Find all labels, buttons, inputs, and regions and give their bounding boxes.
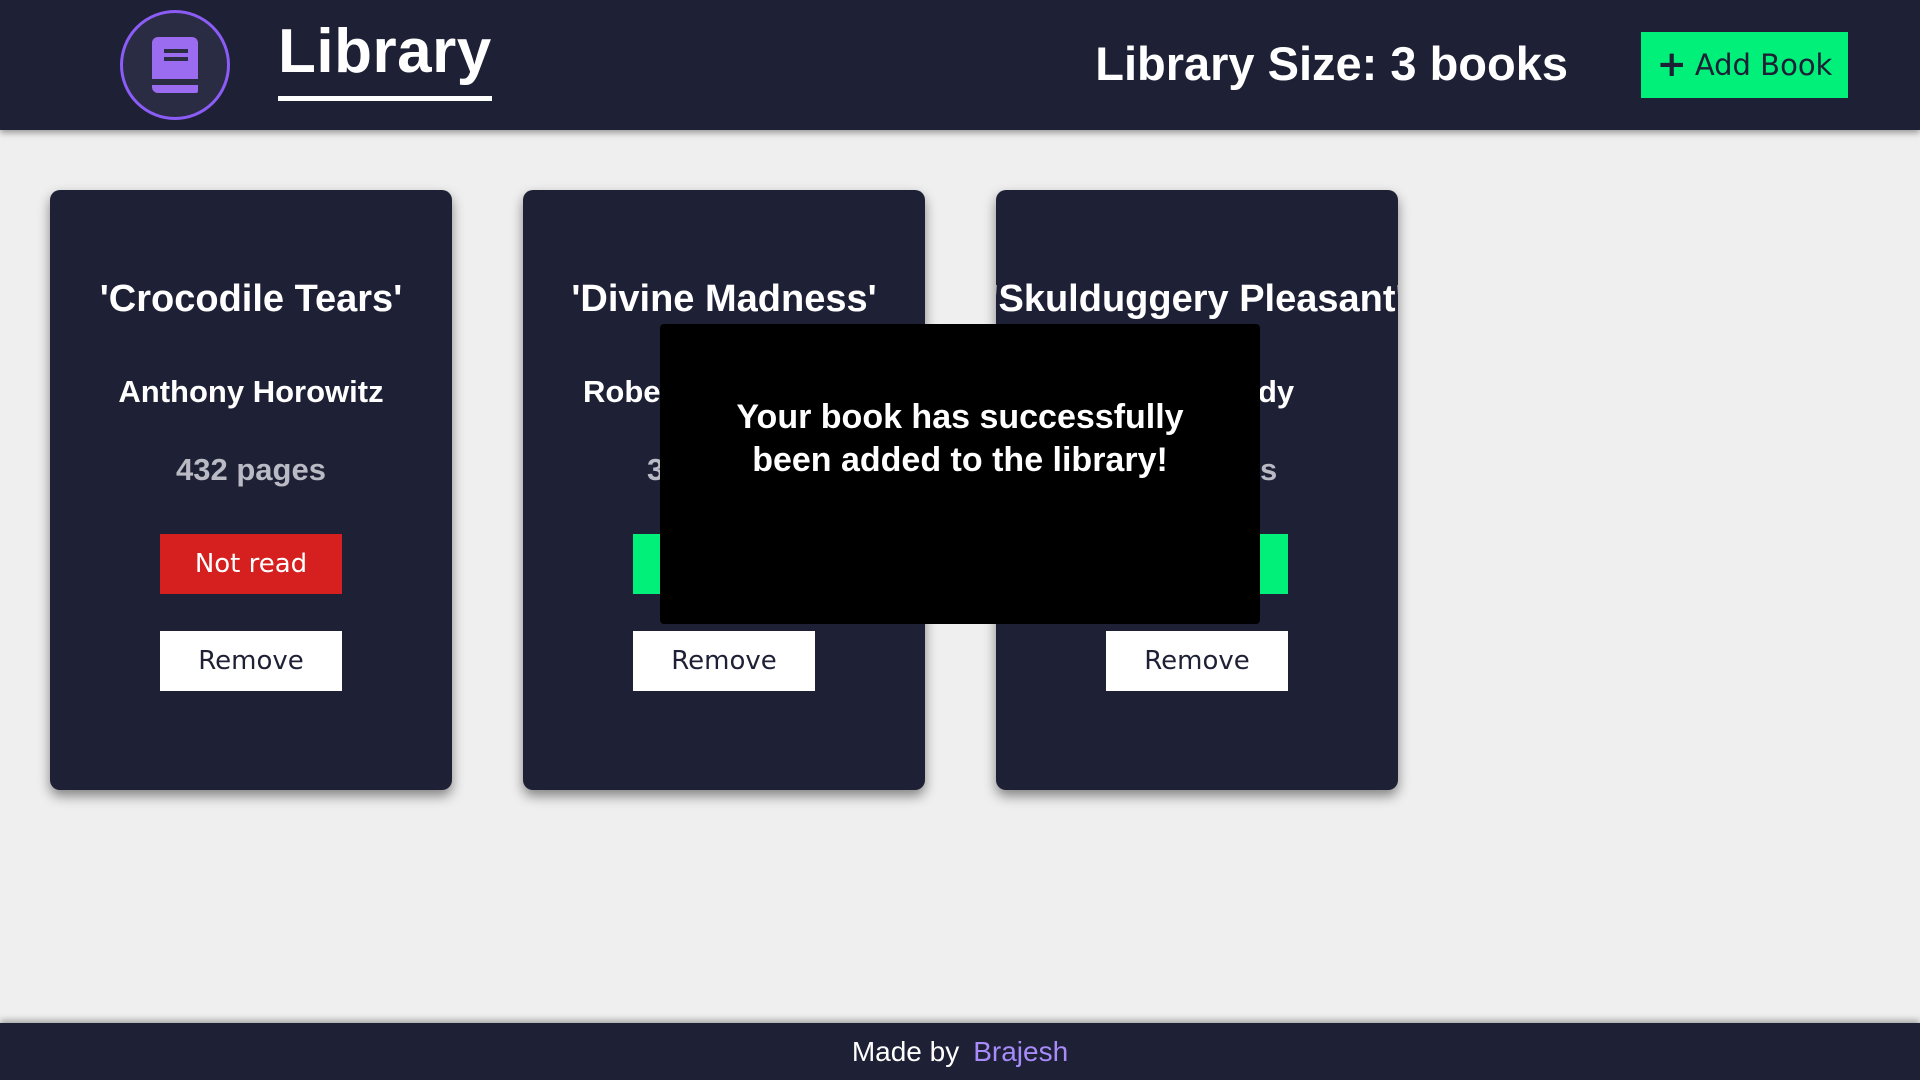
remove-button[interactable]: Remove (160, 631, 342, 691)
page-title: Library (278, 18, 492, 101)
add-book-button[interactable]: + Add Book (1641, 32, 1848, 98)
success-toast: Your book has successfully been added to… (660, 324, 1260, 624)
logo (120, 10, 230, 120)
page-footer: Made by Brajesh (0, 1023, 1920, 1080)
book-author: Anthony Horowitz (118, 374, 384, 409)
book-icon (152, 37, 198, 93)
book-title: 'Divine Madness' (571, 278, 877, 320)
author-link[interactable]: Brajesh (973, 1036, 1068, 1068)
footer-made-by: Made by (851, 1035, 960, 1067)
remove-button[interactable]: Remove (633, 631, 815, 691)
add-book-label: Add Book (1694, 48, 1833, 82)
plus-icon: + (1656, 44, 1687, 85)
app-header: Library Library Size: 3 books + Add Book (0, 0, 1920, 130)
book-title: 'Skulduggery Pleasant' (996, 278, 1398, 320)
library-size-counter: Library Size: 3 books (1095, 37, 1568, 90)
book-title: 'Crocodile Tears' (99, 278, 403, 320)
read-status-button[interactable]: Not read (160, 534, 342, 594)
remove-button[interactable]: Remove (1106, 631, 1288, 691)
book-card: 'Crocodile Tears' Anthony Horowitz 432 p… (50, 190, 452, 790)
toast-message: Your book has successfully been added to… (736, 398, 1184, 479)
book-pages: 432 pages (176, 452, 326, 487)
